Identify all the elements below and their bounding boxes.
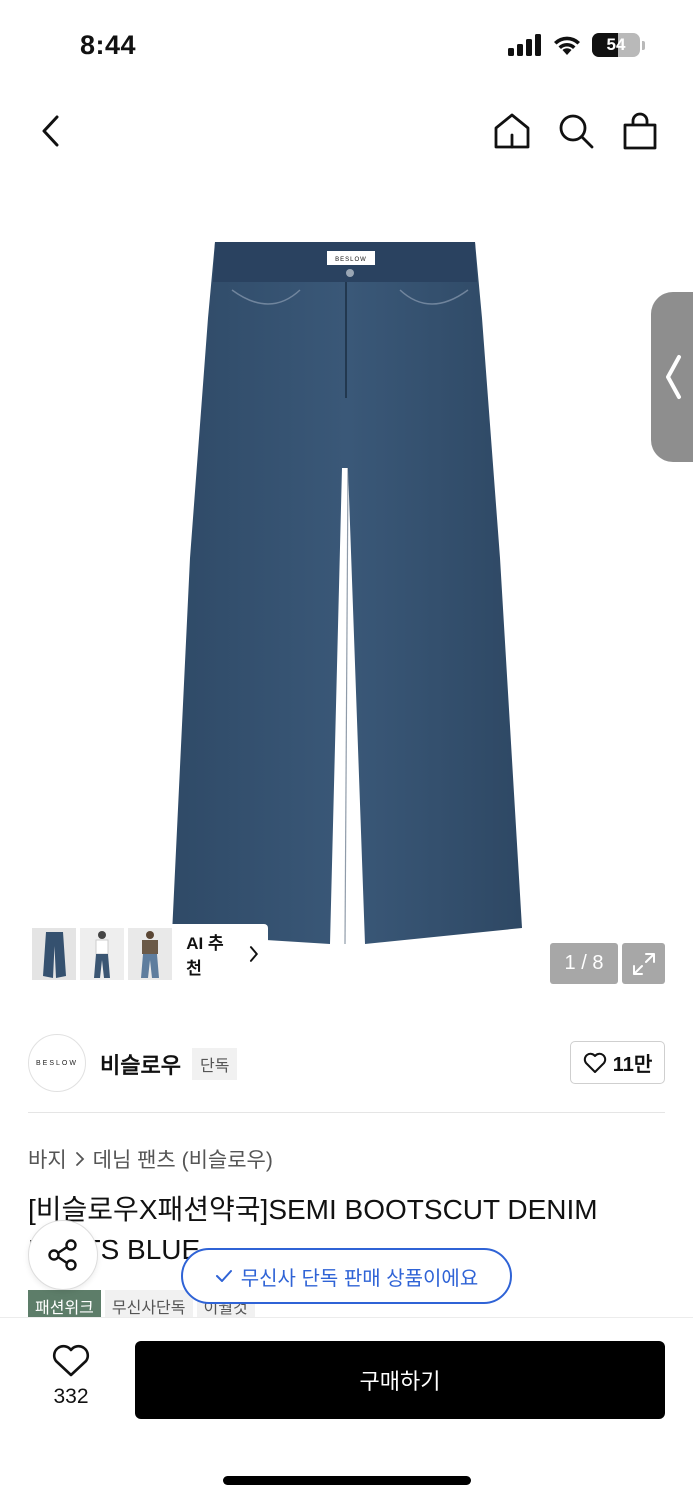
ai-thumb-3 [128,928,173,980]
home-indicator [223,1476,471,1485]
brand-logo-text: BESLOW [36,1059,78,1067]
brand-logo[interactable]: BESLOW [28,1034,86,1092]
ai-thumb-1 [32,928,77,980]
brand-name[interactable]: 비슬로우 [100,1048,181,1080]
exclusive-toast: 무신사 단독 판매 상품이에요 [181,1248,512,1304]
divider [28,1112,665,1113]
breadcrumb-chevron-icon [75,1152,84,1166]
side-drawer-tab[interactable] [651,292,693,462]
breadcrumb: 바지 데님 팬츠 (비슬로우) [28,1144,273,1174]
brand-row: BESLOW 비슬로우 단독 11만 [28,1034,665,1092]
home-button[interactable] [489,108,535,154]
status-time: 8:44 [80,30,137,60]
top-nav [0,100,693,164]
chevron-right-icon [250,946,259,962]
check-icon [215,1270,232,1282]
breadcrumb-item-pants[interactable]: 바지 [28,1144,67,1174]
thumb-model-icon-2 [141,931,160,978]
wishlist-count: 332 [53,1385,89,1408]
cart-button[interactable] [617,108,663,154]
ai-recommend-label: AI 추천 [186,934,224,978]
home-icon [494,113,530,149]
share-button[interactable] [28,1220,98,1290]
ai-recommendation-card[interactable]: AI 추천 [28,924,268,984]
back-button[interactable] [28,108,74,154]
thumb-jeans-icon [43,932,66,978]
battery-icon: 54 [592,33,640,57]
brand-exclusive-badge: 단독 [192,1048,238,1080]
wifi-icon [554,36,580,55]
battery-nub [642,40,645,50]
heart-outline-icon [52,1344,90,1377]
share-icon [48,1239,77,1271]
back-arrow-icon [42,115,59,147]
search-button[interactable] [553,108,599,154]
brand-like-count: 11만 [612,1054,653,1076]
expand-icon [632,952,655,975]
toast-text: 무신사 단독 판매 상품이에요 [240,1267,479,1290]
buy-button[interactable]: 구매하기 [135,1341,665,1419]
brand-like-button[interactable]: 11만 [570,1041,665,1084]
expand-button[interactable] [622,943,665,984]
breadcrumb-item-denim[interactable]: 데님 팬츠 (비슬로우) [93,1144,273,1174]
status-icons: 54 [508,33,645,57]
search-icon [559,114,594,149]
wishlist-button[interactable]: 332 [34,1344,108,1409]
thumb-model-icon [94,931,111,978]
image-counter: 1 / 8 [550,943,618,984]
product-image-jeans: BESLOW [172,242,522,945]
status-bar: 8:44 54 [0,0,693,90]
ai-thumb-2 [80,928,125,980]
bottom-action-bar: 332 구매하기 [0,1317,693,1500]
chevron-left-icon [666,355,681,399]
battery-level: 54 [606,35,626,54]
signal-icon [508,34,541,56]
shopping-bag-icon [623,112,657,150]
heart-icon [583,1052,606,1073]
jeans-label-text: BESLOW [335,257,367,263]
